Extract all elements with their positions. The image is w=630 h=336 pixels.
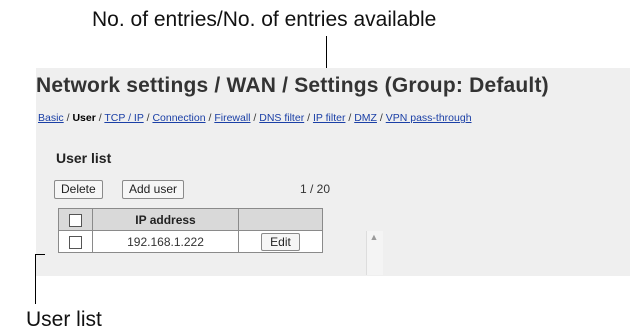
edit-button[interactable]: Edit bbox=[261, 232, 300, 251]
user-list-title: User list bbox=[56, 150, 112, 166]
breadcrumb-separator: / bbox=[205, 112, 215, 124]
ip-address-cell: 192.168.1.222 bbox=[92, 230, 239, 253]
breadcrumb: Basic / User / TCP / IP / Connection / F… bbox=[38, 112, 472, 124]
breadcrumb-tcp-ip[interactable]: TCP / IP bbox=[104, 112, 143, 124]
delete-button[interactable]: Delete bbox=[54, 180, 103, 199]
callout-leader-tick-user-list bbox=[35, 254, 45, 255]
list-scrollbar[interactable]: ▲ bbox=[366, 231, 383, 275]
add-user-button[interactable]: Add user bbox=[122, 180, 185, 199]
breadcrumb-separator: / bbox=[304, 112, 313, 124]
breadcrumb-basic[interactable]: Basic bbox=[38, 112, 64, 124]
scroll-up-arrow-icon[interactable]: ▲ bbox=[369, 232, 379, 242]
edit-cell: Edit bbox=[238, 230, 323, 253]
entries-count: 1 / 20 bbox=[300, 182, 331, 196]
ip-address-header: IP address bbox=[92, 208, 239, 231]
table-row: 192.168.1.222 Edit bbox=[58, 230, 323, 253]
breadcrumb-separator: / bbox=[376, 112, 386, 124]
breadcrumb-vpn-pass-through[interactable]: VPN pass-through bbox=[386, 112, 472, 124]
breadcrumb-user: User bbox=[72, 112, 96, 124]
select-all-checkbox[interactable] bbox=[69, 213, 82, 227]
breadcrumb-connection[interactable]: Connection bbox=[152, 112, 205, 124]
breadcrumb-dmz[interactable]: DMZ bbox=[354, 112, 377, 124]
callout-user-list: User list bbox=[26, 308, 102, 331]
callout-entries-count: No. of entries/No. of entries available bbox=[92, 8, 437, 31]
row-checkbox[interactable] bbox=[69, 235, 82, 249]
user-table: IP address 192.168.1.222 Edit bbox=[58, 208, 323, 253]
breadcrumb-firewall[interactable]: Firewall bbox=[214, 112, 250, 124]
breadcrumb-separator: / bbox=[250, 112, 260, 124]
page-title: Network settings / WAN / Settings (Group… bbox=[36, 74, 549, 97]
settings-screen: Network settings / WAN / Settings (Group… bbox=[36, 68, 630, 276]
callout-leader-line-user-list bbox=[35, 254, 36, 304]
select-all-header bbox=[58, 208, 93, 231]
breadcrumb-ip-filter[interactable]: IP filter bbox=[313, 112, 345, 124]
row-select-cell bbox=[58, 230, 93, 253]
breadcrumb-dns-filter[interactable]: DNS filter bbox=[259, 112, 304, 124]
breadcrumb-separator: / bbox=[345, 112, 355, 124]
action-header bbox=[238, 208, 323, 231]
table-header-row: IP address bbox=[58, 208, 323, 231]
